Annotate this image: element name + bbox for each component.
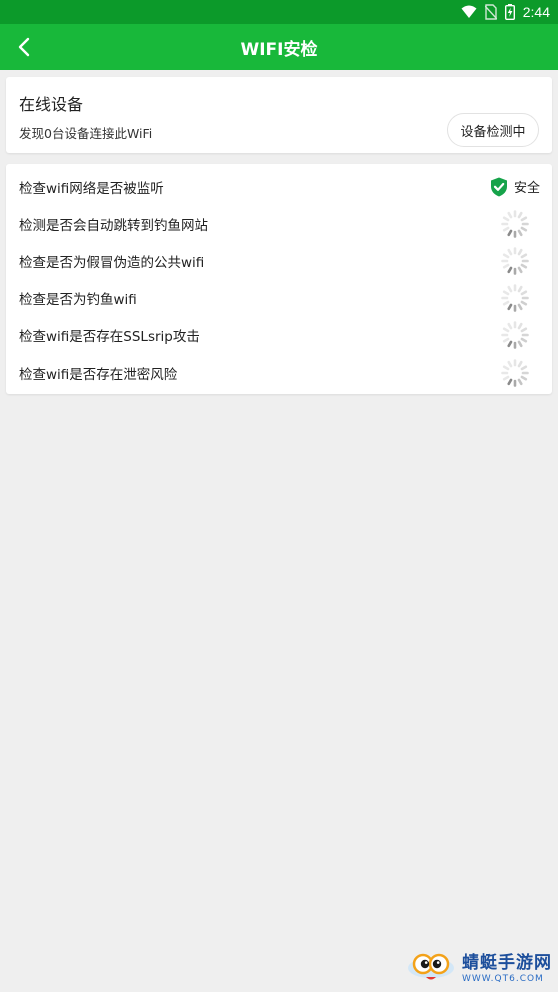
device-detecting-button[interactable]: 设备检测中 — [447, 113, 539, 147]
check-item: 检查wifi是否存在SSLsrip攻击 — [6, 317, 552, 354]
check-status — [500, 358, 540, 388]
loading-spinner-icon — [500, 209, 530, 239]
check-label: 检查是否为钓鱼wifi — [19, 292, 137, 309]
check-status — [500, 246, 540, 276]
safe-status-text: 安全 — [513, 181, 540, 197]
check-label: 检查是否为假冒伪造的公共wifi — [19, 254, 205, 271]
check-label: 检查wifi网络是否被监听 — [19, 180, 164, 197]
app-bar: WIFI安检 — [0, 24, 558, 70]
check-item: 检查是否为假冒伪造的公共wifi — [6, 242, 552, 279]
page-title: WIFI安检 — [240, 39, 318, 60]
shield-check-icon — [490, 177, 508, 197]
status-bar: 2:44 — [0, 0, 558, 24]
check-label: 检查wifi是否存在泄密风险 — [19, 366, 178, 383]
check-item: 检查wifi网络是否被监听 安全 — [6, 168, 552, 205]
loading-spinner-icon — [500, 358, 530, 388]
check-label: 检查wifi是否存在SSLsrip攻击 — [19, 329, 200, 346]
check-item: 检查是否为钓鱼wifi — [6, 280, 552, 317]
security-checks-card: 检查wifi网络是否被监听 安全 检测是否会自动跳转到钓鱼网站 检查是否为假冒伪… — [6, 164, 552, 394]
online-devices-description: 发现0台设备连接此WiFi — [19, 126, 153, 141]
check-label: 检测是否会自动跳转到钓鱼网站 — [19, 217, 208, 234]
check-status — [500, 209, 540, 239]
loading-spinner-icon — [500, 283, 530, 313]
watermark-logo: 蜻蜓手游网 WWW.QT6.COM — [406, 946, 552, 986]
dragonfly-mascot-icon — [406, 948, 456, 984]
watermark-text: 蜻蜓手游网 WWW.QT6.COM — [462, 948, 552, 984]
online-devices-title: 在线设备 — [19, 95, 84, 114]
loading-spinner-icon — [500, 320, 530, 350]
back-button[interactable] — [10, 33, 38, 61]
check-status — [500, 320, 540, 350]
no-sim-icon — [484, 4, 497, 20]
check-item: 检查wifi是否存在泄密风险 — [6, 354, 552, 391]
online-devices-card: 在线设备 发现0台设备连接此WiFi 设备检测中 — [6, 77, 552, 153]
watermark-title: 蜻蜓手游网 — [462, 953, 552, 973]
chevron-left-icon — [17, 37, 31, 57]
check-item: 检测是否会自动跳转到钓鱼网站 — [6, 205, 552, 242]
loading-spinner-icon — [500, 246, 530, 276]
watermark-subtitle: WWW.QT6.COM — [462, 974, 544, 984]
status-time: 2:44 — [522, 4, 550, 20]
wifi-icon — [461, 5, 477, 19]
check-status — [500, 283, 540, 313]
check-status: 安全 — [490, 177, 540, 197]
battery-charging-icon — [504, 4, 515, 20]
